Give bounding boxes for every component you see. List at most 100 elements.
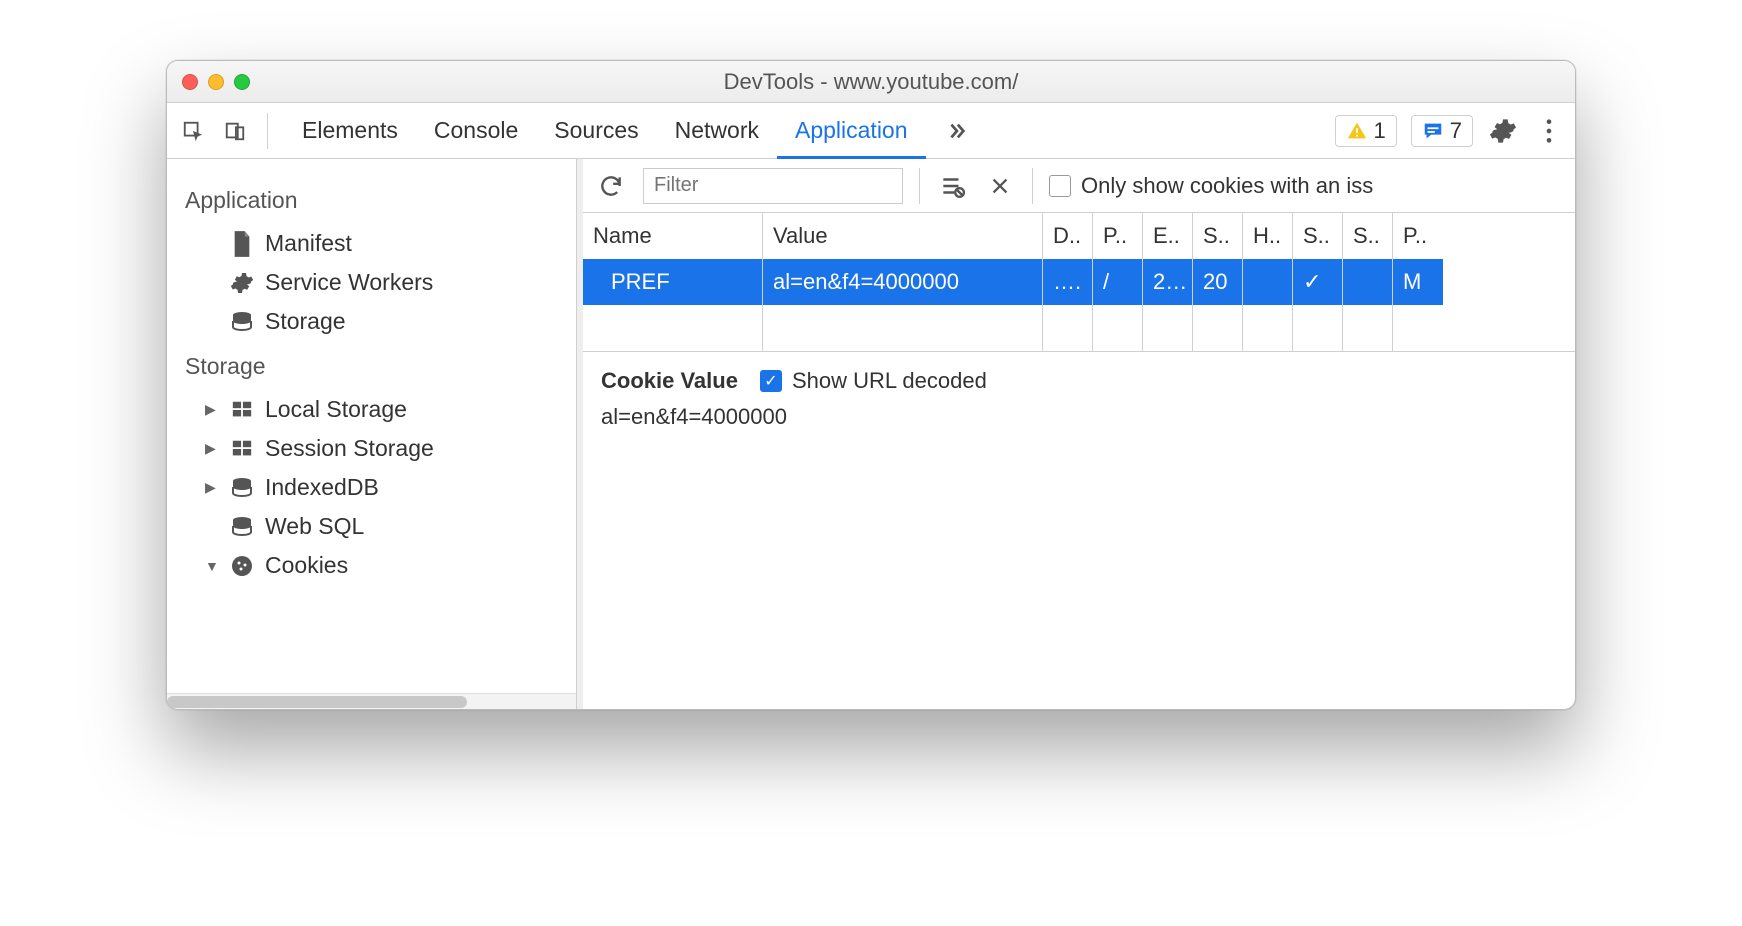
- sidebar-item-local-storage[interactable]: ▶ Local Storage: [167, 390, 576, 429]
- column-header[interactable]: Name: [583, 213, 763, 259]
- warning-icon: [1346, 120, 1368, 142]
- gear-icon: [229, 270, 255, 296]
- checkbox-icon: [1049, 175, 1071, 197]
- sidebar-item-service-workers[interactable]: Service Workers: [167, 263, 576, 302]
- column-header[interactable]: Value: [763, 213, 1043, 259]
- divider: [267, 113, 268, 149]
- sidebar-item-label: Service Workers: [265, 269, 433, 296]
- disclosure-triangle-icon[interactable]: ▶: [205, 401, 219, 418]
- message-icon: [1422, 120, 1444, 142]
- checkbox-icon: ✓: [760, 370, 782, 392]
- db-icon: [229, 475, 255, 501]
- divider: [919, 168, 920, 204]
- messages-count: 7: [1450, 118, 1462, 144]
- kebab-menu-icon[interactable]: [1533, 115, 1565, 147]
- grid-icon: [229, 397, 255, 423]
- cell: [1343, 259, 1393, 305]
- disclosure-triangle-icon[interactable]: ▼: [205, 558, 219, 574]
- cell: M: [1393, 259, 1443, 305]
- table-header: NameValueD..P..E..S..H..S..S..P..: [583, 213, 1575, 259]
- tab-application[interactable]: Application: [777, 103, 926, 159]
- column-header[interactable]: S..: [1293, 213, 1343, 259]
- tab-console[interactable]: Console: [416, 103, 536, 159]
- inspect-icon[interactable]: [177, 115, 209, 147]
- sidebar-inner[interactable]: Application Manifest Service Workers Storag…: [167, 159, 576, 693]
- column-header[interactable]: S..: [1193, 213, 1243, 259]
- column-header[interactable]: D..: [1043, 213, 1093, 259]
- sidebar-item-session-storage[interactable]: ▶ Session Storage: [167, 429, 576, 468]
- column-header[interactable]: P..: [1393, 213, 1443, 259]
- tab-network[interactable]: Network: [657, 103, 777, 159]
- column-header[interactable]: S..: [1343, 213, 1393, 259]
- db-icon: [229, 514, 255, 540]
- main-panel: Only show cookies with an iss NameValueD…: [583, 159, 1575, 709]
- sidebar-item-label: Web SQL: [265, 513, 364, 540]
- column-header[interactable]: P..: [1093, 213, 1143, 259]
- column-header[interactable]: H..: [1243, 213, 1293, 259]
- sidebar-item-label: Session Storage: [265, 435, 434, 462]
- sidebar-item-label: IndexedDB: [265, 474, 379, 501]
- tab-sources[interactable]: Sources: [536, 103, 656, 159]
- detail-title: Cookie Value: [601, 368, 738, 394]
- warnings-count: 1: [1374, 118, 1386, 144]
- titlebar: DevTools - www.youtube.com/: [167, 61, 1575, 103]
- sidebar-item-label: Storage: [265, 308, 346, 335]
- sidebar-item-storage[interactable]: Storage: [167, 302, 576, 341]
- cell: ✓: [1293, 259, 1343, 305]
- more-tabs-icon[interactable]: [936, 120, 976, 142]
- disclosure-triangle-icon[interactable]: ▶: [205, 479, 219, 496]
- cell: [1243, 259, 1293, 305]
- minimize-window-button[interactable]: [208, 74, 224, 90]
- table-row-empty: [583, 305, 1575, 351]
- sidebar-item-indexeddb[interactable]: ▶ IndexedDB: [167, 468, 576, 507]
- cookie-icon: [229, 553, 255, 579]
- only-issues-label: Only show cookies with an iss: [1081, 173, 1373, 199]
- cell: /: [1093, 259, 1143, 305]
- sidebar-item-label: Manifest: [265, 230, 352, 257]
- close-window-button[interactable]: [182, 74, 198, 90]
- grid-icon: [229, 436, 255, 462]
- db-icon: [229, 309, 255, 335]
- warnings-badge[interactable]: 1: [1335, 115, 1397, 147]
- body: Application Manifest Service Workers Storag…: [167, 159, 1575, 709]
- device-toggle-icon[interactable]: [219, 115, 251, 147]
- sidebar-item-label: Cookies: [265, 552, 348, 579]
- cell: 2…: [1143, 259, 1193, 305]
- disclosure-triangle-icon[interactable]: ▶: [205, 440, 219, 457]
- cookie-value-text: al=en&f4=4000000: [601, 404, 1557, 430]
- traffic-lights: [182, 74, 250, 90]
- zoom-window-button[interactable]: [234, 74, 250, 90]
- sidebar-item-manifest[interactable]: Manifest: [167, 224, 576, 263]
- url-decoded-toggle[interactable]: ✓ Show URL decoded: [760, 368, 987, 394]
- sidebar-item-web-sql[interactable]: Web SQL: [167, 507, 576, 546]
- sidebar-item-cookies[interactable]: ▼ Cookies: [167, 546, 576, 585]
- table-row[interactable]: PREFal=en&f4=4000000…./2…20✓M: [583, 259, 1575, 305]
- refresh-icon[interactable]: [595, 170, 627, 202]
- window-title: DevTools - www.youtube.com/: [167, 69, 1575, 95]
- sidebar-item-label: Local Storage: [265, 396, 407, 423]
- main-toolbar: ElementsConsoleSourcesNetworkApplication…: [167, 103, 1575, 159]
- clear-all-icon[interactable]: [936, 170, 968, 202]
- only-issues-toggle[interactable]: Only show cookies with an iss: [1049, 173, 1373, 199]
- sidebar: Application Manifest Service Workers Storag…: [167, 159, 577, 709]
- section-application: Application: [167, 175, 576, 224]
- delete-icon[interactable]: [984, 170, 1016, 202]
- settings-icon[interactable]: [1487, 115, 1519, 147]
- tab-elements[interactable]: Elements: [284, 103, 416, 159]
- sidebar-scrollbar[interactable]: [167, 693, 576, 709]
- section-storage: Storage: [167, 341, 576, 390]
- url-decoded-label: Show URL decoded: [792, 368, 987, 394]
- column-header[interactable]: E..: [1143, 213, 1193, 259]
- messages-badge[interactable]: 7: [1411, 115, 1473, 147]
- cell: PREF: [583, 259, 763, 305]
- cookie-detail: Cookie Value ✓ Show URL decoded al=en&f4…: [583, 352, 1575, 446]
- cookies-toolbar: Only show cookies with an iss: [583, 159, 1575, 213]
- divider: [1032, 168, 1033, 204]
- cookies-table: NameValueD..P..E..S..H..S..S..P.. PREFal…: [583, 213, 1575, 352]
- cell: al=en&f4=4000000: [763, 259, 1043, 305]
- devtools-window: DevTools - www.youtube.com/ ElementsCons…: [166, 60, 1576, 710]
- filter-input[interactable]: [643, 168, 903, 204]
- cell: 20: [1193, 259, 1243, 305]
- toolbar-right: 1 7: [1335, 115, 1566, 147]
- file-icon: [229, 231, 255, 257]
